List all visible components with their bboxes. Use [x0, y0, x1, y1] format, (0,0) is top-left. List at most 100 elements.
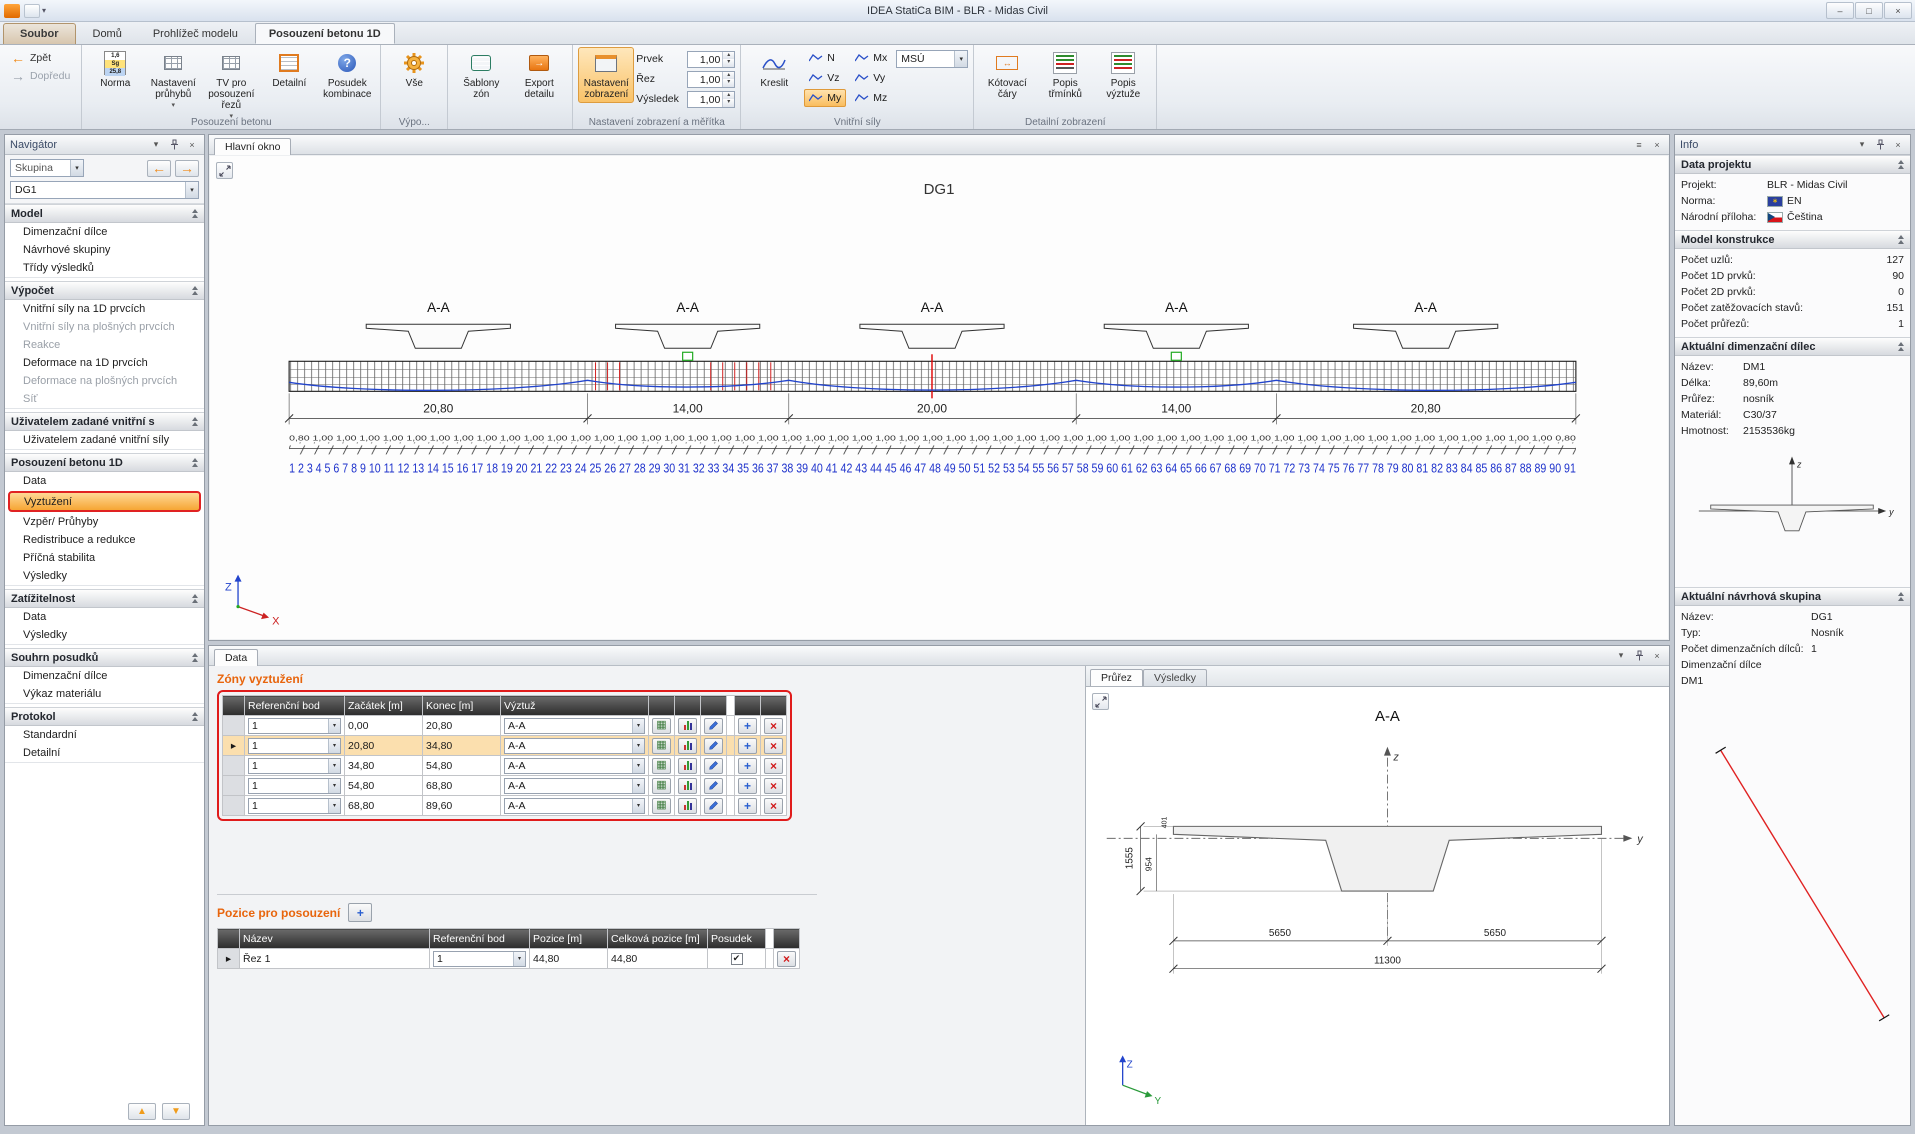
nav-section-header[interactable]: Posouzení betonu 1D [5, 453, 204, 472]
zone-end-cell[interactable]: 89,60 [423, 796, 501, 816]
posudek-kombinace-button[interactable]: ? Posudek kombinace [319, 47, 375, 103]
detailni-button[interactable]: Detailní [261, 47, 317, 92]
zone-row[interactable]: 1▾ 68,80 89,60 A-A▾ ▦ + × [223, 796, 787, 816]
zone-edit-button[interactable] [704, 798, 723, 814]
cross-section-drawing-area[interactable]: A-A y z [1086, 687, 1669, 1125]
zone-delete-button[interactable]: × [764, 798, 783, 814]
main-drawing-area[interactable]: DG1 A-A A-A A-A A-A A-A [210, 156, 1668, 639]
chevron-down-icon[interactable]: ▾ [328, 739, 340, 753]
file-menu-button[interactable]: Soubor [3, 23, 76, 44]
skupina-select[interactable]: Skupina ▾ [10, 159, 84, 177]
zone-row[interactable]: 1▾ 0,00 20,80 A-A▾ ▦ + × [223, 716, 787, 736]
spinner-arrows[interactable]: ▴▾ [722, 92, 734, 107]
force-toggle-mz[interactable]: Mz [850, 89, 892, 107]
nav-section-header[interactable]: Výpočet [5, 281, 204, 300]
sidebar-item-vzper-pruhyby[interactable]: Vzpěr/ Průhyby [5, 513, 204, 531]
sidebar-item-vyztuzeni[interactable]: Vyztužení [8, 491, 201, 512]
chevron-down-icon[interactable]: ▾ [328, 759, 340, 773]
zone-delete-button[interactable]: × [764, 778, 783, 794]
info-section-header-group[interactable]: Aktuální návrhová skupina [1675, 587, 1910, 606]
minimize-button[interactable]: – [1826, 2, 1854, 19]
tab-vysledky[interactable]: Výsledky [1143, 669, 1207, 686]
position-delete-button[interactable]: × [777, 951, 796, 967]
close-button[interactable]: × [1884, 2, 1912, 19]
zone-delete-button[interactable]: × [764, 758, 783, 774]
zone-reinf-select[interactable]: A-A▾ [504, 798, 645, 814]
chevron-down-icon[interactable]: ▾ [954, 51, 967, 67]
zone-delete-button[interactable]: × [764, 718, 783, 734]
chevron-down-icon[interactable]: ▾ [632, 719, 644, 733]
force-toggle-vz[interactable]: Vz [804, 69, 846, 87]
zone-ref-select[interactable]: 1▾ [248, 758, 341, 774]
chevron-down-icon[interactable]: ▾ [632, 739, 644, 753]
zone-end-cell[interactable]: 34,80 [423, 736, 501, 756]
zone-templates-button[interactable]: Šablony zón [453, 47, 509, 103]
zone-results-button[interactable] [678, 718, 697, 734]
zone-ref-select[interactable]: 1▾ [248, 798, 341, 814]
chevron-down-icon[interactable]: ▾ [513, 952, 525, 966]
next-group-button[interactable]: → [175, 160, 199, 177]
zone-template-button[interactable]: ▦ [652, 778, 671, 794]
zone-start-cell[interactable]: 68,80 [345, 796, 423, 816]
nav-section-header[interactable]: Model [5, 204, 204, 223]
zone-insert-button[interactable]: + [738, 718, 757, 734]
zone-reinf-select[interactable]: A-A▾ [504, 758, 645, 774]
zone-start-cell[interactable]: 54,80 [345, 776, 423, 796]
sidebar-item-protokol-detailni[interactable]: Detailní [5, 744, 204, 762]
stirrup-labels-button[interactable]: Popis třmínků [1037, 47, 1093, 103]
tab-domu[interactable]: Domů [79, 23, 136, 44]
sidebar-item-uzivatelske-sily[interactable]: Uživatelem zadané vnitřní síly [5, 431, 204, 449]
add-position-button[interactable]: + [348, 903, 372, 922]
zone-insert-button[interactable]: + [738, 798, 757, 814]
chevron-down-icon[interactable]: ▾ [70, 160, 83, 176]
zone-end-cell[interactable]: 20,80 [423, 716, 501, 736]
sidebar-item-tridy-vysledku[interactable]: Třídy výsledků [5, 259, 204, 277]
zone-results-button[interactable] [678, 738, 697, 754]
zone-template-button[interactable]: ▦ [652, 718, 671, 734]
zone-reinf-select[interactable]: A-A▾ [504, 738, 645, 754]
zone-edit-button[interactable] [704, 758, 723, 774]
design-group-select[interactable]: DG1 ▾ [10, 181, 199, 199]
close-icon[interactable]: × [1650, 649, 1664, 662]
position-ref-select[interactable]: 1▾ [433, 951, 526, 967]
force-toggle-my[interactable]: My [804, 89, 846, 107]
force-toggle-mx[interactable]: Mx [850, 49, 892, 67]
sidebar-item-zatizitelnost-data[interactable]: Data [5, 608, 204, 626]
move-down-button[interactable]: ▼ [162, 1103, 190, 1120]
zone-edit-button[interactable] [704, 738, 723, 754]
chevron-down-icon[interactable]: ▾ [1614, 649, 1628, 662]
chevron-down-icon[interactable]: ▾ [632, 779, 644, 793]
sidebar-item-vykaz-materialu[interactable]: Výkaz materiálu [5, 685, 204, 703]
reinforcement-labels-button[interactable]: Popis výztuže [1095, 47, 1151, 103]
zone-template-button[interactable]: ▦ [652, 738, 671, 754]
spin-up-icon[interactable]: ▴ [723, 72, 734, 80]
close-icon[interactable]: × [1650, 138, 1664, 151]
move-up-button[interactable]: ▲ [128, 1103, 156, 1120]
zone-edit-button[interactable] [704, 778, 723, 794]
nav-section-header[interactable]: Uživatelem zadané vnitřní s [5, 412, 204, 431]
zone-ref-select[interactable]: 1▾ [248, 778, 341, 794]
zone-delete-button[interactable]: × [764, 738, 783, 754]
kreslit-button[interactable]: Kreslit [746, 47, 802, 92]
scale-prvek-value[interactable]: 1,00 [688, 52, 722, 67]
tv-sections-button[interactable]: TV pro posouzení řezů ▾ [203, 47, 259, 125]
zone-insert-button[interactable]: + [738, 738, 757, 754]
zone-row-selected[interactable]: ▸ 1▾ 20,80 34,80 A-A▾ ▦ + × [223, 736, 787, 756]
tab-hlavni-okno[interactable]: Hlavní okno [214, 138, 291, 155]
sidebar-item-pricna-stabilita[interactable]: Příčná stabilita [5, 549, 204, 567]
sidebar-item-protokol-standardni[interactable]: Standardní [5, 726, 204, 744]
tab-prohlizec-modelu[interactable]: Prohlížeč modelu [139, 23, 252, 44]
zone-edit-button[interactable] [704, 718, 723, 734]
chevron-down-icon[interactable]: ▾ [328, 719, 340, 733]
spinner-arrows[interactable]: ▴▾ [722, 72, 734, 87]
scale-vysledek-value[interactable]: 1,00 [688, 92, 722, 107]
zone-ref-select[interactable]: 1▾ [248, 738, 341, 754]
zone-reinf-select[interactable]: A-A▾ [504, 718, 645, 734]
limit-state-select[interactable]: MSÚ ▾ [896, 50, 968, 68]
chevron-down-icon[interactable]: ▾ [149, 138, 163, 151]
save-icon[interactable] [24, 4, 40, 18]
force-toggle-vy[interactable]: Vy [850, 69, 892, 87]
sidebar-item-vnitrni-sily-1d[interactable]: Vnitřní síly na 1D prvcích [5, 300, 204, 318]
zone-start-cell[interactable]: 0,00 [345, 716, 423, 736]
close-icon[interactable]: × [185, 138, 199, 151]
